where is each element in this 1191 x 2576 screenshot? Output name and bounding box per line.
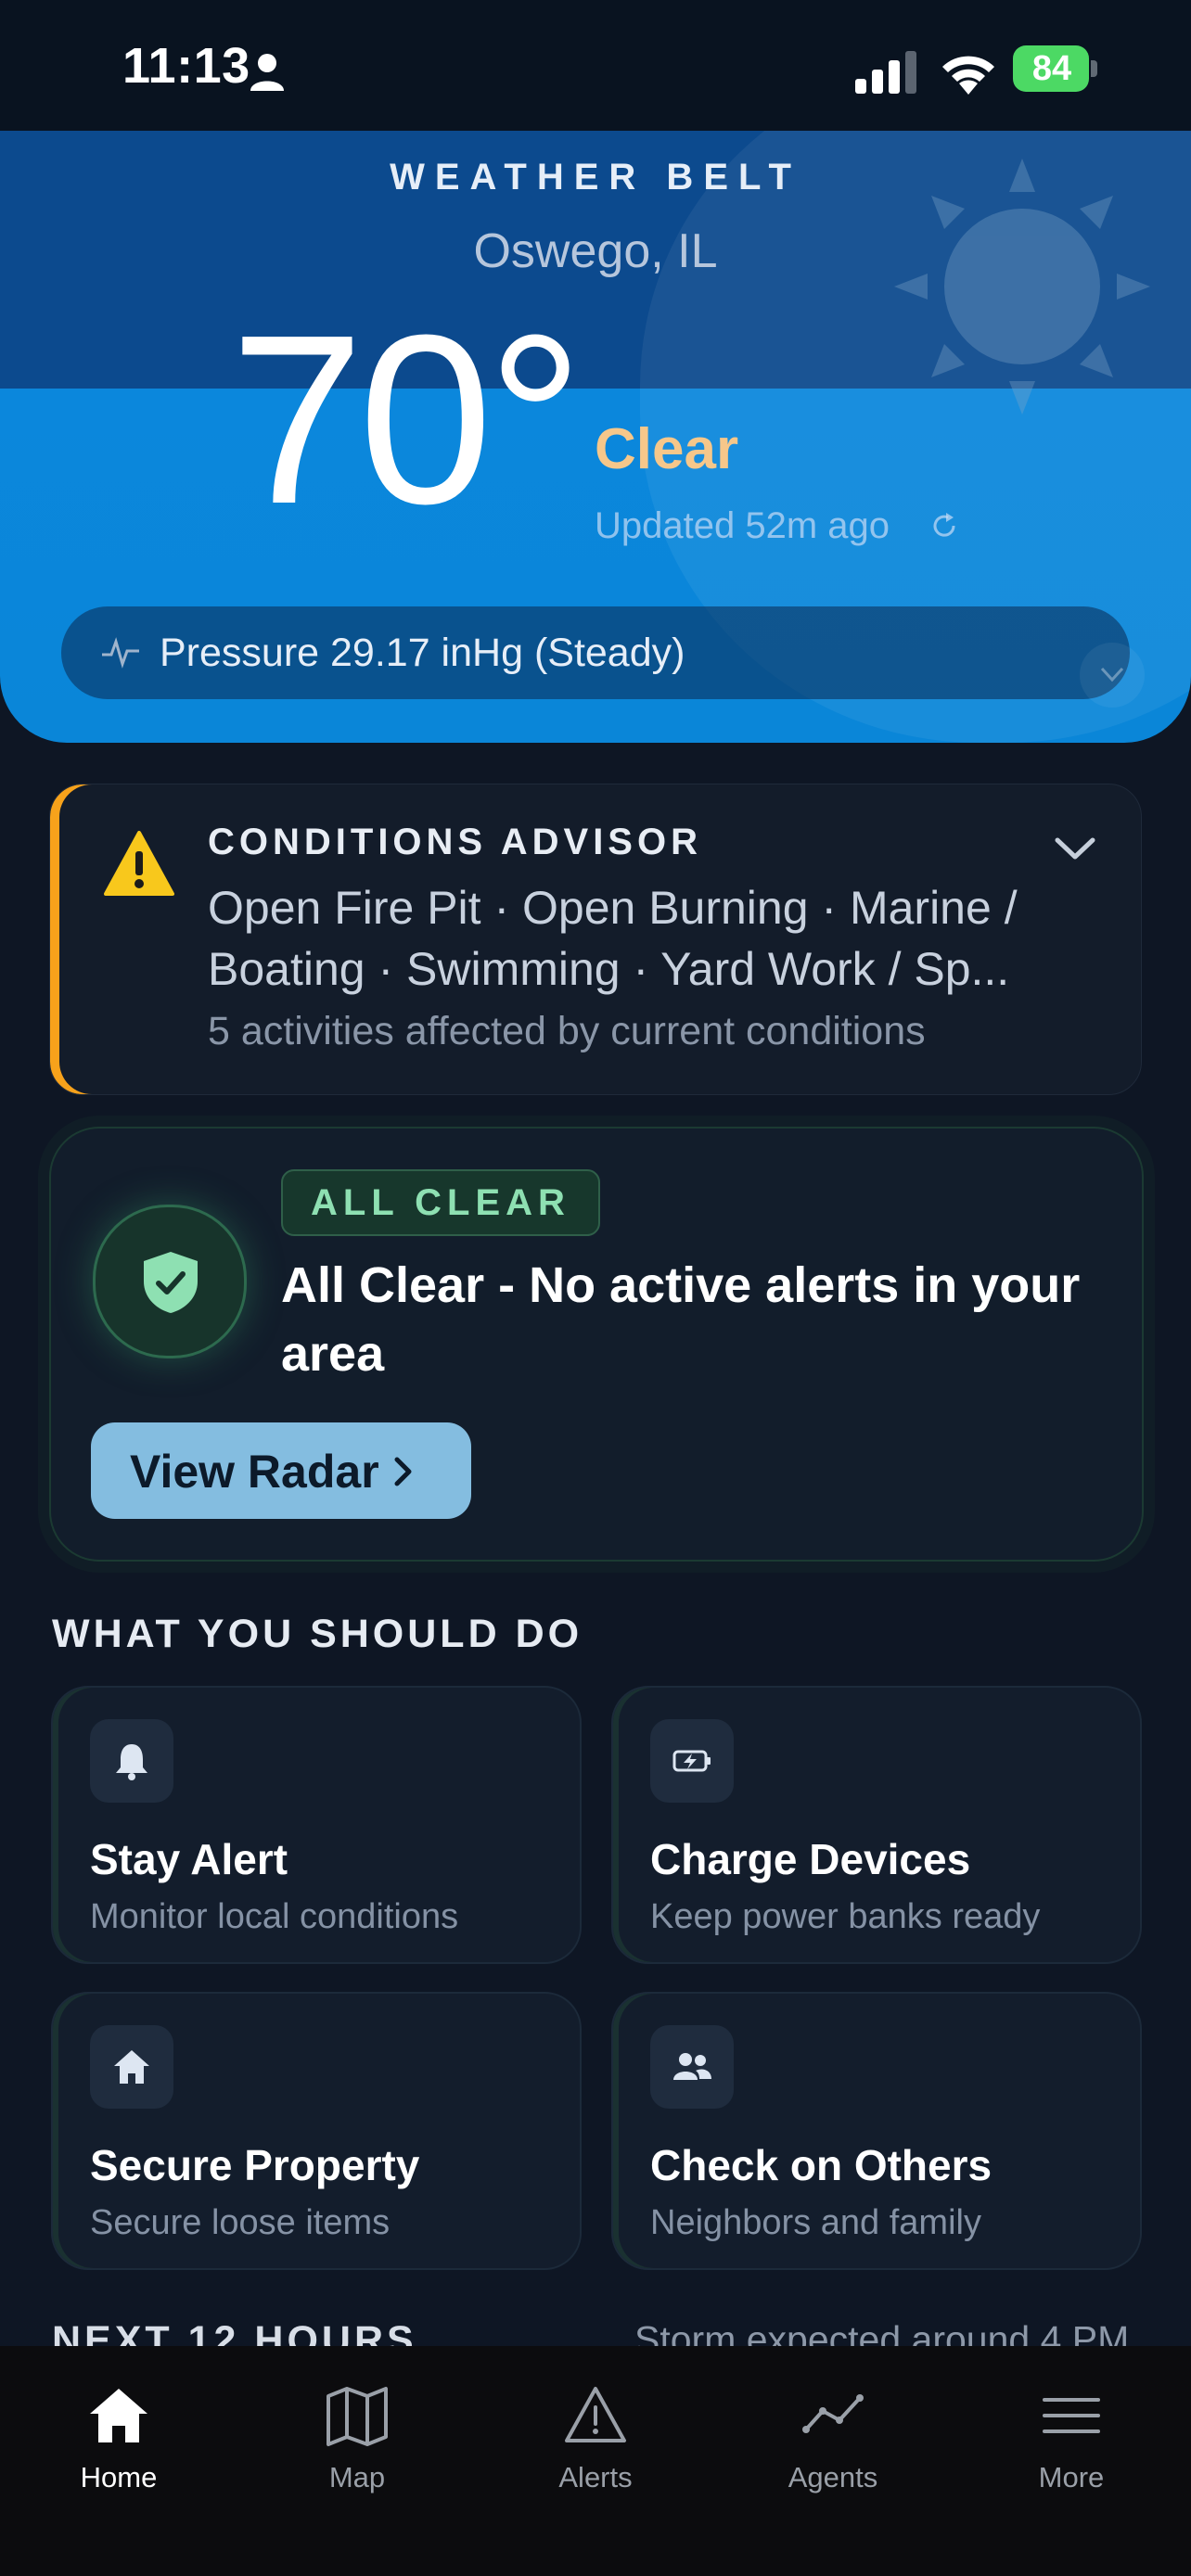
- tab-home[interactable]: Home: [0, 2365, 237, 2504]
- action-tile-stay-alert[interactable]: Stay Alert Monitor local conditions: [51, 1686, 582, 1964]
- advisor-subtitle: 5 activities affected by current conditi…: [208, 1009, 926, 1053]
- shield-check-icon: [144, 1252, 198, 1313]
- person-icon: [250, 54, 284, 91]
- chart-line-icon: [802, 2394, 864, 2433]
- chevron-right-icon: [394, 1457, 412, 1486]
- conditions-advisor-card[interactable]: CONDITIONS ADVISOR Open Fire Pit · Open …: [49, 784, 1142, 1095]
- all-clear-card: ALL CLEAR All Clear - No active alerts i…: [49, 1127, 1144, 1562]
- tab-agents[interactable]: Agents: [714, 2365, 952, 2504]
- weather-hero[interactable]: WEATHER BELT Oswego, IL 70° Clear Update…: [0, 131, 1191, 743]
- tile-title: Check on Others: [650, 2141, 992, 2189]
- pressure-pill[interactable]: Pressure 29.17 inHg (Steady): [61, 606, 1130, 699]
- battery-tip: [1091, 60, 1097, 77]
- tile-icon-box: [90, 1719, 173, 1803]
- advisor-title: CONDITIONS ADVISOR: [208, 822, 702, 862]
- signal-icon: [855, 51, 916, 94]
- action-tile-secure-property[interactable]: Secure Property Secure loose items: [51, 1992, 582, 2270]
- tab-bar: Home Map Alerts Agents More: [0, 2346, 1191, 2576]
- tab-map[interactable]: Map: [238, 2365, 476, 2504]
- bell-icon: [116, 1744, 147, 1780]
- status-bar: 11:13 84: [0, 0, 1191, 131]
- battery-indicator: 84: [1013, 45, 1098, 92]
- tile-subtitle: Secure loose items: [90, 2203, 391, 2242]
- status-time: 11:13: [122, 38, 250, 94]
- section-title-actions: WHAT YOU SHOULD DO: [52, 1612, 583, 1656]
- tab-label: Agents: [788, 2461, 878, 2493]
- view-radar-button[interactable]: View Radar: [91, 1422, 471, 1519]
- tab-label: Alerts: [558, 2461, 633, 2493]
- tab-label: Home: [80, 2461, 158, 2493]
- tile-subtitle: Monitor local conditions: [90, 1897, 459, 1936]
- all-clear-badge: ALL CLEAR: [281, 1169, 600, 1236]
- tab-alerts[interactable]: Alerts: [477, 2365, 714, 2504]
- tab-label: Map: [328, 2461, 386, 2493]
- current-condition: Clear: [595, 417, 739, 481]
- app-name: WEATHER BELT: [390, 157, 801, 198]
- battery-charging-icon: [672, 1750, 711, 1772]
- tile-title: Charge Devices: [650, 1835, 971, 1883]
- shield-badge: [93, 1205, 247, 1358]
- tab-label: More: [1038, 2461, 1105, 2493]
- warning-icon: [104, 831, 174, 896]
- location-name[interactable]: Oswego, IL: [0, 223, 1191, 279]
- action-tile-check-on-others[interactable]: Check on Others Neighbors and family: [611, 1992, 1142, 2270]
- action-tile-charge-devices[interactable]: Charge Devices Keep power banks ready: [611, 1686, 1142, 1964]
- home-icon: [90, 2389, 147, 2442]
- wifi-icon: [942, 56, 994, 95]
- home-icon: [114, 2050, 149, 2084]
- advisor-activities: Open Fire Pit · Open Burning · Marine / …: [208, 882, 1018, 995]
- tile-icon-box: [650, 2025, 734, 2109]
- battery-level: 84: [1031, 49, 1072, 88]
- tile-subtitle: Keep power banks ready: [650, 1897, 1041, 1936]
- people-icon: [673, 2053, 711, 2080]
- pulse-icon: [102, 637, 139, 669]
- current-temperature: 70°: [230, 286, 583, 555]
- tab-more[interactable]: More: [953, 2365, 1190, 2504]
- menu-icon: [1043, 2398, 1100, 2433]
- all-clear-title: All Clear - No active alerts in your are…: [281, 1257, 1081, 1382]
- expand-chevron-icon[interactable]: [1080, 643, 1145, 708]
- view-radar-label: View Radar: [130, 1446, 379, 1498]
- tile-icon-box: [90, 2025, 173, 2109]
- tile-icon-box: [650, 1719, 734, 1803]
- map-icon: [327, 2387, 388, 2446]
- pressure-reading: Pressure 29.17 inHg (Steady): [160, 631, 685, 675]
- tile-subtitle: Neighbors and family: [650, 2203, 981, 2242]
- tile-title: Secure Property: [90, 2141, 420, 2189]
- updated-time: Updated 52m ago: [595, 505, 890, 546]
- alert-triangle-icon: [565, 2387, 626, 2442]
- chevron-down-icon[interactable]: [1050, 829, 1100, 866]
- refresh-icon[interactable]: [929, 511, 959, 541]
- tile-title: Stay Alert: [90, 1835, 288, 1883]
